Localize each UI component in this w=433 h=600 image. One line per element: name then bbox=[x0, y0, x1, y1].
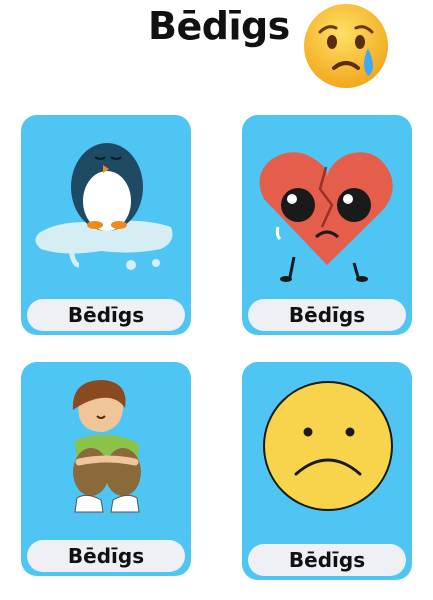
sad-penguin-on-ice-icon bbox=[35, 143, 173, 270]
card-label: Bēdīgs bbox=[27, 540, 185, 572]
frowning-face-icon bbox=[263, 381, 393, 511]
broken-heart-crying-icon bbox=[259, 152, 393, 282]
card-sad-penguin[interactable]: Bēdīgs bbox=[21, 115, 191, 335]
card-label: Bēdīgs bbox=[27, 299, 185, 331]
sad-boy-sitting-icon bbox=[72, 380, 141, 513]
page-title: Bēdīgs bbox=[148, 4, 290, 48]
crying-face-icon bbox=[304, 4, 388, 88]
card-frowning-face[interactable]: Bēdīgs bbox=[242, 362, 412, 580]
card-label: Bēdīgs bbox=[248, 299, 406, 331]
card-sad-boy[interactable]: Bēdīgs bbox=[21, 362, 191, 576]
card-broken-heart[interactable]: Bēdīgs bbox=[242, 115, 412, 335]
page-header: Bēdīgs bbox=[0, 0, 433, 95]
card-label: Bēdīgs bbox=[248, 544, 406, 576]
